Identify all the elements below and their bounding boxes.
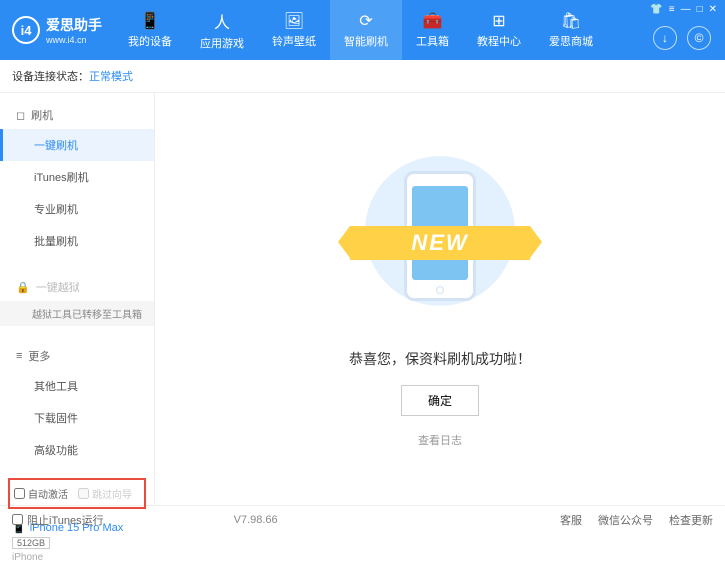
logo-icon: i4: [12, 16, 40, 44]
footer-link-support[interactable]: 客服: [560, 512, 582, 528]
jailbreak-note: 越狱工具已转移至工具箱: [0, 301, 154, 326]
flash-icon: ⟳: [359, 11, 372, 31]
app-url: www.i4.cn: [46, 35, 102, 45]
footer-link-wechat[interactable]: 微信公众号: [598, 512, 653, 528]
apps-icon: 人: [214, 9, 230, 33]
nav-tutorials[interactable]: ⊞教程中心: [463, 0, 535, 60]
nav-apps-games[interactable]: 人应用游戏: [186, 0, 258, 60]
device-type: iPhone: [12, 552, 142, 563]
cb-auto-activate[interactable]: 自动激活: [14, 486, 68, 501]
header-actions: ↓ ©: [653, 26, 711, 50]
flash-section-icon: ◻: [16, 109, 25, 122]
nav-store[interactable]: 🛍爱思商城: [535, 0, 607, 60]
sidebar-heading-flash[interactable]: ◻刷机: [0, 101, 154, 129]
sidebar-item-batch-flash[interactable]: 批量刷机: [0, 225, 154, 257]
cb-skip-guide: 跳过向导: [78, 486, 132, 501]
minimize-icon[interactable]: —: [681, 4, 691, 15]
lock-icon: 🔒: [16, 281, 30, 294]
store-icon: 🛍: [561, 11, 581, 31]
app-header: i4 爱思助手 www.i4.cn 📱我的设备 人应用游戏 🖼铃声壁纸 ⟳智能刷…: [0, 0, 725, 60]
checkbox-highlight-box: 自动激活 跳过向导: [8, 478, 146, 509]
download-button[interactable]: ↓: [653, 26, 677, 50]
close-icon[interactable]: ✕: [709, 4, 717, 15]
sidebar-item-oneclick-flash[interactable]: 一键刷机: [0, 129, 154, 161]
main-content: NEW 恭喜您，保资料刷机成功啦！ 确定 查看日志: [155, 93, 725, 505]
nav-toolbox[interactable]: 🧰工具箱: [402, 0, 463, 60]
main-nav: 📱我的设备 人应用游戏 🖼铃声壁纸 ⟳智能刷机 🧰工具箱 ⊞教程中心 🛍爱思商城: [114, 0, 607, 60]
new-banner: NEW: [350, 226, 530, 260]
cb-block-itunes[interactable]: 阻止iTunes运行: [12, 512, 104, 528]
toolbox-icon: 🧰: [423, 11, 443, 31]
sidebar: ◻刷机 一键刷机 iTunes刷机 专业刷机 批量刷机 🔒一键越狱 越狱工具已转…: [0, 93, 155, 505]
view-log-link[interactable]: 查看日志: [418, 432, 462, 448]
confirm-button[interactable]: 确定: [401, 385, 479, 416]
nav-ringtones[interactable]: 🖼铃声壁纸: [258, 0, 330, 60]
tshirt-icon[interactable]: 👕: [650, 4, 662, 15]
device-storage: 512GB: [12, 537, 50, 549]
wallpaper-icon: 🖼: [284, 11, 304, 31]
sidebar-item-itunes-flash[interactable]: iTunes刷机: [0, 161, 154, 193]
sidebar-heading-jailbreak: 🔒一键越狱: [0, 273, 154, 301]
app-name: 爱思助手: [46, 15, 102, 35]
logo: i4 爱思助手 www.i4.cn: [0, 15, 114, 45]
menu-icon[interactable]: ≡: [669, 4, 675, 15]
user-button[interactable]: ©: [687, 26, 711, 50]
window-controls: 👕 ≡ — □ ✕: [650, 4, 717, 15]
tutorial-icon: ⊞: [492, 11, 505, 31]
version-label: V7.98.66: [234, 514, 278, 526]
status-bar: 设备连接状态：正常模式: [0, 60, 725, 93]
nav-my-device[interactable]: 📱我的设备: [114, 0, 186, 60]
success-message: 恭喜您，保资料刷机成功啦！: [349, 349, 531, 369]
sidebar-item-other-tools[interactable]: 其他工具: [0, 370, 154, 402]
maximize-icon[interactable]: □: [697, 4, 703, 15]
device-icon: 📱: [140, 11, 160, 31]
nav-smart-flash[interactable]: ⟳智能刷机: [330, 0, 402, 60]
sidebar-item-pro-flash[interactable]: 专业刷机: [0, 193, 154, 225]
status-value: 正常模式: [89, 71, 133, 83]
sidebar-item-advanced[interactable]: 高级功能: [0, 434, 154, 466]
footer-link-update[interactable]: 检查更新: [669, 512, 713, 528]
status-label: 设备连接状态：: [12, 71, 89, 83]
sidebar-heading-more[interactable]: ≡更多: [0, 342, 154, 370]
success-illustration: NEW: [360, 151, 520, 331]
more-section-icon: ≡: [16, 350, 22, 362]
sidebar-item-download-firmware[interactable]: 下载固件: [0, 402, 154, 434]
